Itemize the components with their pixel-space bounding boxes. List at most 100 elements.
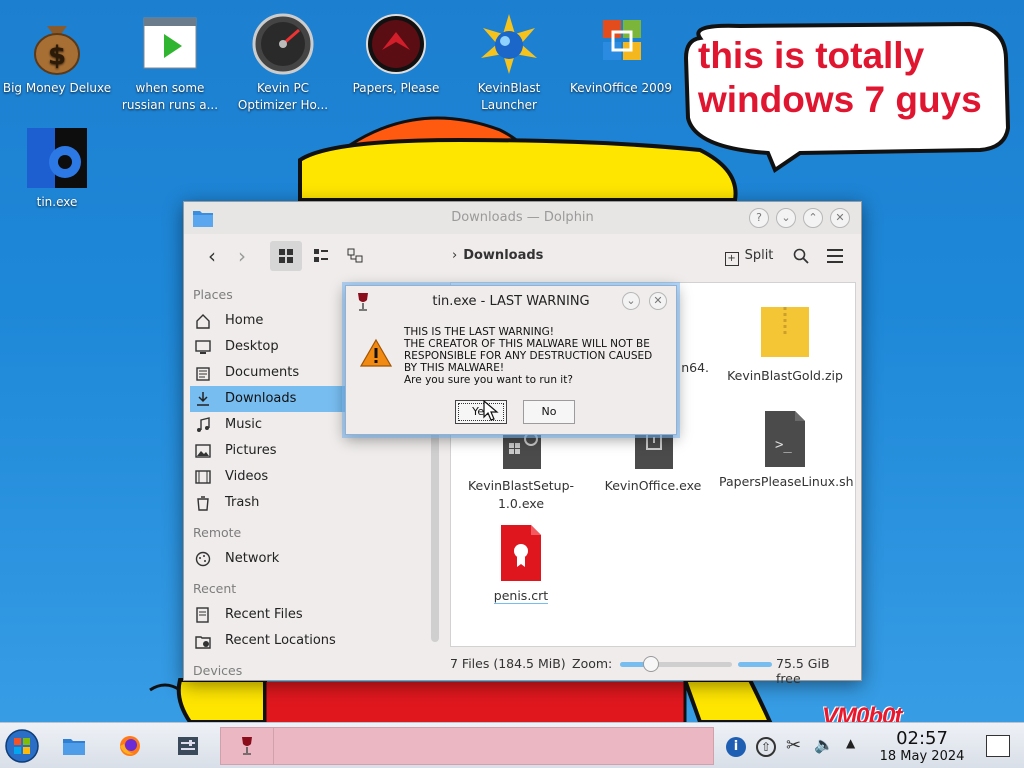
taskbar-system-settings[interactable] [164,727,212,765]
settings-panel-icon [178,737,198,755]
desktop-icon-papers-please[interactable]: Papers, Please [341,12,451,97]
file-item-kevinblastgold-zip[interactable]: KevinBlastGold.zip [719,303,851,385]
zoom-slider[interactable] [620,656,732,672]
clipboard-tray-icon[interactable]: ✂ [786,735,801,756]
tray-expand-icon[interactable]: ▲ [846,736,855,750]
show-desktop-button[interactable] [986,735,1010,757]
free-space: 75.5 GiB free [776,656,830,686]
desktop-icon-big-money-deluxe[interactable]: $ Big Money Deluxe [2,12,112,97]
places-item-home[interactable]: Home [190,308,348,334]
home-icon [195,313,211,329]
dialog-minimize-button[interactable]: ⌄ [622,292,640,310]
help-button[interactable]: ? [749,208,769,228]
desktop-icon-russian-video[interactable]: when some russian runs a... [115,12,225,114]
file-item-paperspleaselinux-sh[interactable]: >_ PapersPleaseLinux.sh [719,409,854,491]
zoom-label: Zoom: [572,656,613,671]
zip-archive-icon [759,303,811,363]
places-item-trash[interactable]: Trash [190,490,348,516]
clock[interactable]: 02:57 18 May 2024 [868,729,976,765]
windows-orb-icon [5,729,39,763]
places-item-videos[interactable]: Videos [190,464,348,490]
papers-please-icon [364,12,428,76]
breadcrumb-chevron-icon: › [452,248,458,263]
tree-view-icon [347,248,363,263]
hamburger-menu-icon [827,249,843,263]
compact-view-icon [314,249,328,262]
split-label: Split [744,248,774,263]
remote-header: Remote [193,525,242,540]
devices-header: Devices [193,663,243,678]
dolphin-titlebar[interactable]: Downloads — Dolphin ? ⌄ ⌃ ✕ [184,202,861,234]
places-item-network[interactable]: Network [190,546,348,572]
network-icon [195,551,211,567]
folder-icon [63,739,85,755]
menu-button[interactable] [822,241,848,271]
download-icon [195,391,211,407]
icons-view-button[interactable] [270,241,302,271]
recent-locations-icon [195,633,211,649]
wine-glass-icon [242,737,252,755]
taskbar: i ⇧ ✂ 🔈 ▲ 02:57 18 May 2024 [0,722,1024,768]
places-item-music[interactable]: Music [190,412,348,438]
breadcrumb[interactable]: › Downloads [452,241,582,271]
taskbar-empty-area [274,727,714,765]
info-tray-icon[interactable]: i [726,737,746,757]
message-line-3: Are you sure you want to run it? [404,374,573,386]
firefox-icon [120,736,140,756]
grid-view-icon [279,249,293,263]
dialog-message: THIS IS THE LAST WARNING! THE CREATOR OF… [404,326,664,386]
back-button[interactable]: ‹ [200,241,224,271]
taskbar-wine-task[interactable] [220,727,274,765]
places-item-desktop[interactable]: Desktop [190,334,348,360]
trash-icon [195,495,211,511]
recent-header: Recent [193,581,237,596]
warning-dialog[interactable]: tin.exe - LAST WARNING ⌄ ✕ THIS IS THE L… [345,285,677,435]
dialog-close-button[interactable]: ✕ [649,292,667,310]
places-item-recent-locations[interactable]: Recent Locations [190,628,348,654]
dolphin-window[interactable]: Downloads — Dolphin ? ⌄ ⌃ ✕ ‹ › › Downloa… [183,201,862,686]
video-player-icon [138,12,202,76]
warning-icon [360,338,392,367]
dialog-titlebar[interactable]: tin.exe - LAST WARNING ⌄ ✕ [346,286,676,316]
desktop-icon-kevinblast-launcher[interactable]: KevinBlast Launcher [454,12,564,114]
maximize-button[interactable]: ⌃ [803,208,823,228]
close-button[interactable]: ✕ [830,208,850,228]
updates-tray-icon[interactable]: ⇧ [756,737,776,757]
speedometer-icon [251,12,315,76]
money-bag-icon: $ [25,12,89,76]
places-item-documents[interactable]: Documents [190,360,348,386]
desktop-icon-tin-exe[interactable]: tin.exe [2,126,112,211]
desktop-icon-kevin-pc-optimizer[interactable]: Kevin PC Optimizer Ho... [228,12,338,114]
split-button[interactable]: + Split [720,241,778,271]
tin-exe-icon [25,126,89,190]
volume-tray-icon[interactable]: 🔈 [814,735,834,754]
search-icon [793,248,809,264]
taskbar-file-manager[interactable] [50,727,98,765]
clock-date: 18 May 2024 [879,749,965,764]
videos-icon [195,469,211,485]
recent-files-icon [195,607,211,623]
minimize-button[interactable]: ⌄ [776,208,796,228]
places-item-pictures[interactable]: Pictures [190,438,348,464]
taskbar-firefox[interactable] [106,727,154,765]
music-icon [195,417,211,433]
compact-view-button[interactable] [306,241,336,271]
kevinblast-icon [477,12,541,76]
places-item-recent-files[interactable]: Recent Files [190,602,348,628]
start-button[interactable] [0,727,44,765]
details-view-button[interactable] [340,241,370,271]
places-item-downloads[interactable]: Downloads [190,386,348,412]
yes-button[interactable]: Yes [455,400,507,424]
desktop-icon-kevinoffice-2009[interactable]: KevinOffice 2009 [566,12,676,97]
forward-button[interactable]: › [230,241,254,271]
breadcrumb-downloads[interactable]: Downloads [463,248,543,263]
svg-text:>_: >_ [775,437,792,453]
no-button[interactable]: No [523,400,575,424]
zoom-slider-handle[interactable] [643,656,660,672]
status-bar: 7 Files (184.5 MiB) Zoom: 75.5 GiB free [450,654,856,686]
split-icon: + [724,252,739,266]
desktop-icon [195,339,211,355]
file-item-penis-crt[interactable]: penis.crt [455,523,587,605]
search-button[interactable] [788,241,814,271]
file-count: 7 Files (184.5 MiB) [450,656,566,671]
